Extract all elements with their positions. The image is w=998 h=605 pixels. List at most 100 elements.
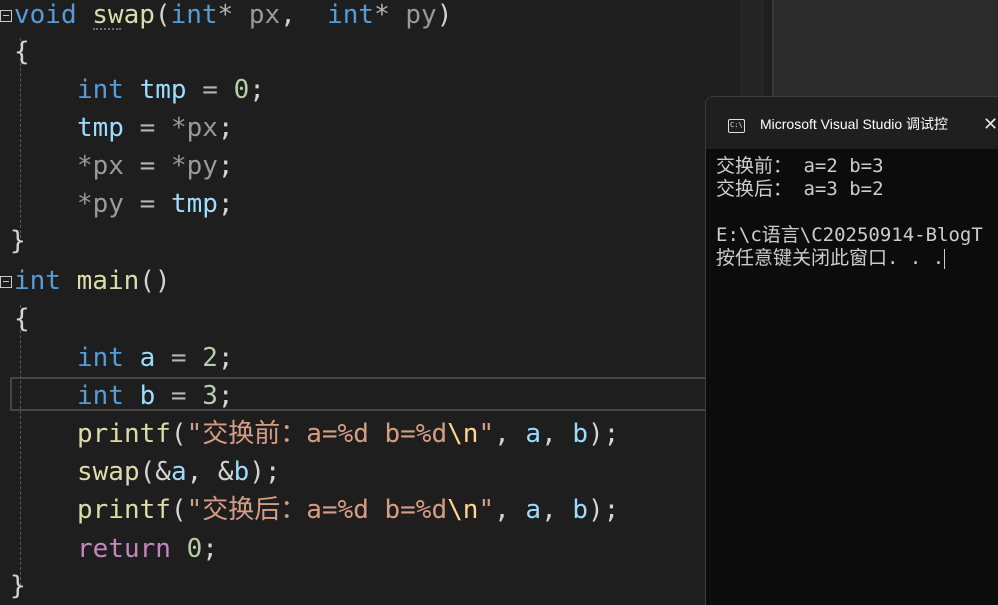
punctuation: ; <box>202 534 218 564</box>
variable: a <box>509 419 542 449</box>
code-editor[interactable]: void swap(int* px, int* py) { int tmp = … <box>0 0 710 605</box>
number: 0 <box>233 75 250 105</box>
variable: b <box>123 381 156 411</box>
console-prompt-text: 按任意键关闭此窗口. . . <box>716 247 945 269</box>
keyword: int <box>77 343 124 373</box>
side-panel-strip <box>740 0 764 96</box>
operator: * <box>374 0 390 30</box>
text-cursor <box>944 248 946 269</box>
string-literal: "交换后：a=%d b=%d <box>186 495 448 525</box>
console-title: Microsoft Visual Studio 调试控 <box>760 116 949 132</box>
variable: tmp <box>123 75 187 105</box>
keyword: int <box>77 381 124 411</box>
punctuation: & <box>202 457 234 487</box>
operator: = <box>123 189 171 219</box>
keyword: int <box>14 266 61 296</box>
brace: } <box>10 226 26 256</box>
punctuation: ; <box>217 151 234 181</box>
punctuation: (& <box>139 457 171 487</box>
console-line-prompt: 按任意键关闭此窗口. . . <box>716 247 998 270</box>
punctuation: ; <box>217 113 234 143</box>
operator: = <box>155 381 203 411</box>
number: 2 <box>202 343 218 373</box>
punctuation: , <box>280 0 296 30</box>
debug-console-window[interactable]: C:\ Microsoft Visual Studio 调试控 ✕ 交换前： a… <box>705 96 998 605</box>
code-line[interactable]: printf("交换前：a=%d b=%d\n", a, b); <box>0 415 619 453</box>
punctuation: ( <box>154 0 171 30</box>
escape-sequence: \n <box>447 419 479 449</box>
code-line[interactable]: { <box>0 33 94 71</box>
code-line[interactable]: swap(&a, &b); <box>0 453 281 491</box>
punctuation: ); <box>249 457 281 487</box>
variable: b <box>556 495 589 525</box>
function-name: main <box>76 266 140 296</box>
code-line[interactable]: } <box>0 567 94 605</box>
code-line[interactable]: printf("交换后：a=%d b=%d\n", a, b); <box>0 491 619 529</box>
function-name: swap <box>77 457 140 487</box>
string-literal: " <box>478 495 495 525</box>
fold-toggle-icon[interactable] <box>0 10 12 22</box>
code-line[interactable]: { <box>0 300 94 338</box>
operator: * <box>217 0 234 30</box>
escape-sequence: \n <box>447 495 479 525</box>
code-line[interactable]: } <box>0 222 94 260</box>
punctuation: ; <box>217 381 234 411</box>
variable: tmp <box>170 189 218 219</box>
side-panel <box>774 0 998 96</box>
brace: { <box>14 37 30 67</box>
operator: = <box>123 151 171 181</box>
operator: = <box>186 75 234 105</box>
console-titlebar[interactable]: C:\ Microsoft Visual Studio 调试控 ✕ <box>706 97 998 149</box>
code-line[interactable]: int main() <box>0 262 171 300</box>
operator: = <box>123 113 171 143</box>
punctuation: , <box>494 419 510 449</box>
parameter: py <box>389 0 437 30</box>
parameter: *py <box>170 151 218 181</box>
variable: a <box>170 457 187 487</box>
code-line[interactable]: return 0; <box>0 530 218 568</box>
variable: b <box>233 457 250 487</box>
code-line[interactable]: tmp = *px; <box>0 109 234 147</box>
punctuation: ( <box>170 419 187 449</box>
screen: void swap(int* px, int* py) { int tmp = … <box>0 0 998 605</box>
console-icon-text: C:\ <box>730 121 743 129</box>
keyword: void <box>14 0 77 30</box>
code-line[interactable]: *py = tmp; <box>0 185 234 223</box>
number: 0 <box>186 534 203 564</box>
code-line[interactable]: *px = *py; <box>0 147 234 185</box>
operator: = <box>155 343 203 373</box>
code-line[interactable]: void swap(int* px, int* py) <box>0 0 452 34</box>
punctuation: ); <box>588 495 620 525</box>
punctuation: ; <box>249 75 265 105</box>
variable: a <box>123 343 156 373</box>
code-line[interactable]: int a = 2; <box>0 339 234 377</box>
console-app-icon: C:\ <box>728 119 745 133</box>
fold-toggle-icon[interactable] <box>0 276 12 288</box>
parameter: px <box>233 0 281 30</box>
variable: b <box>556 419 589 449</box>
punctuation: ; <box>217 189 234 219</box>
punctuation: ); <box>588 419 620 449</box>
console-line: 交换前： a=2 b=3 <box>716 155 884 177</box>
brace: } <box>10 571 26 601</box>
close-icon[interactable]: ✕ <box>983 113 998 137</box>
punctuation: ) <box>436 0 453 30</box>
function-name: printf <box>77 495 171 525</box>
console-output[interactable]: 交换前： a=2 b=3 交换后： a=3 b=2 E:\c语言\C202509… <box>716 155 998 270</box>
keyword: int <box>327 0 375 30</box>
code-line-current[interactable]: int b = 3; <box>0 377 234 415</box>
parameter: *py <box>77 189 124 219</box>
code-line[interactable]: int tmp = 0; <box>0 71 265 109</box>
number: 3 <box>202 381 218 411</box>
parameter: *px <box>170 113 218 143</box>
string-literal: "交换前：a=%d b=%d <box>186 419 448 449</box>
variable: tmp <box>77 113 124 143</box>
suggestion-squiggle <box>93 24 121 30</box>
punctuation: ; <box>217 343 234 373</box>
brace: { <box>14 304 30 334</box>
